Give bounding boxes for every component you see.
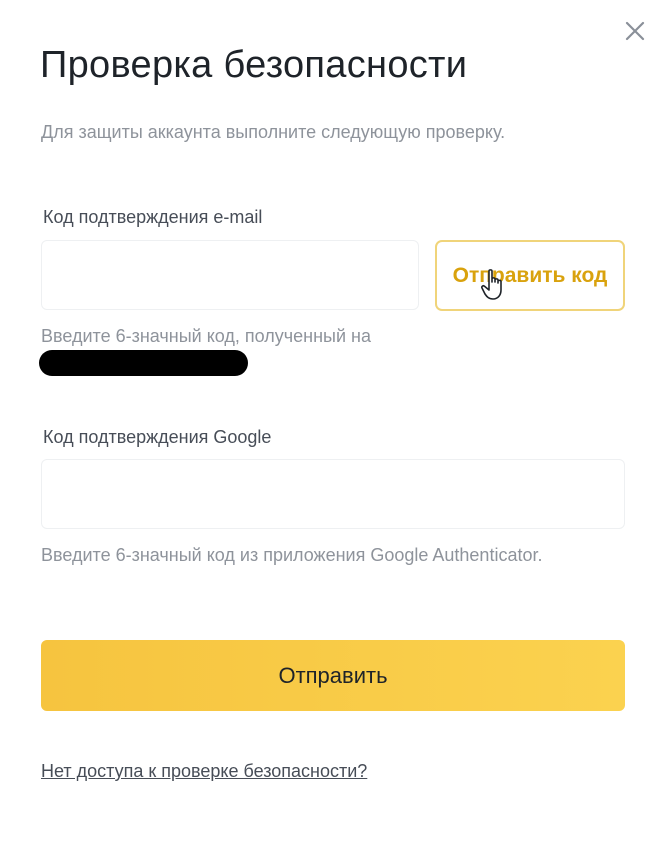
- submit-button[interactable]: Отправить: [41, 640, 625, 711]
- redacted-email-mask: [39, 350, 248, 376]
- dialog-title: Проверка безопасности: [40, 44, 468, 86]
- dialog-subtitle: Для защиты аккаунта выполните следующую …: [41, 122, 506, 142]
- email-code-input[interactable]: [41, 240, 419, 310]
- security-verification-dialog: Проверка безопасности Для защиты аккаунт…: [0, 0, 667, 841]
- google-code-input[interactable]: [41, 459, 625, 529]
- close-button[interactable]: [620, 16, 650, 46]
- no-access-link[interactable]: Нет доступа к проверке безопасности?: [41, 761, 367, 782]
- google-code-label: Код подтверждения Google: [43, 427, 272, 447]
- email-code-label: Код подтверждения e-mail: [43, 207, 263, 227]
- close-icon: [625, 21, 645, 41]
- send-code-button[interactable]: Отправить код: [435, 240, 625, 311]
- google-code-hint: Введите 6-значный код из приложения Goog…: [41, 545, 543, 565]
- email-code-hint: Введите 6-значный код, полученный на: [41, 326, 371, 346]
